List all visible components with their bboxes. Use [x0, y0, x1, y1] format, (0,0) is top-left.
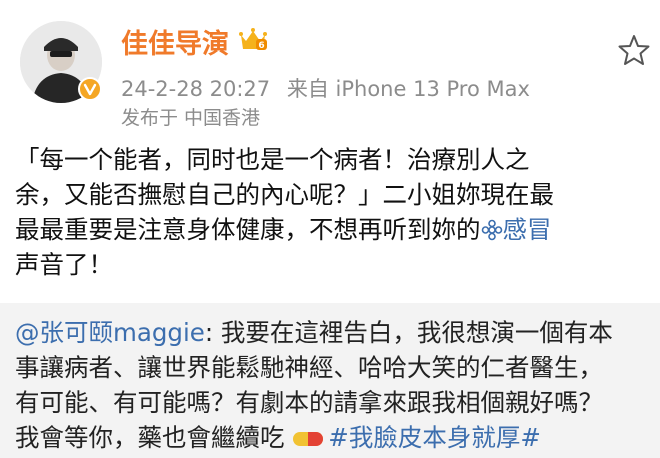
svg-text:6: 6 — [258, 41, 264, 51]
post-location: 发布于 中国香港 — [121, 107, 261, 129]
repost-text: @张可颐maggie: 我要在這裡告白，我很想演一個有本 事讓病者、讓世界能鬆馳… — [15, 315, 655, 455]
hashtag-link[interactable]: #我臉皮本身就厚# — [328, 423, 541, 452]
repost-line: 我會等你，藥也會繼續吃 #我臉皮本身就厚# — [15, 420, 655, 455]
mention-link[interactable]: @张可颐maggie — [15, 318, 205, 347]
repost-line: @张可颐maggie: 我要在這裡告白，我很想演一個有本 — [15, 315, 655, 350]
repost-text-segment: 我會等你，藥也會繼續吃 — [15, 423, 285, 452]
post-header: 佳佳导演 6 24-2-28 20:27 来自 iPhone 13 Pro Ma… — [0, 0, 660, 135]
username[interactable]: 佳佳导演 — [121, 22, 229, 61]
post-meta: 24-2-28 20:27 来自 iPhone 13 Pro Max — [121, 73, 530, 103]
post-text: 最最重要是注意身体健康，不想再听到妳的 — [15, 215, 481, 244]
post-text-line: 声音了！ — [15, 250, 113, 279]
repost-line: 事讓病者、讓世界能鬆馳神經、哈哈大笑的仁者醫生， — [15, 353, 603, 382]
flower-icon — [481, 219, 502, 241]
repost-line: 有可能、有可能嗎？有劇本的請拿來跟我相個親好嗎？ — [15, 388, 603, 417]
topic-link[interactable]: 感冒 — [481, 215, 552, 244]
post-body: 「每一个能者，同时也是一个病者！治療別人之 余，又能否撫慰自己的內心呢？」二小姐… — [15, 142, 645, 282]
post-text-line: 最最重要是注意身体健康，不想再听到妳的 感冒 — [15, 212, 645, 247]
post-text-line: 「每一个能者，同时也是一个病者！治療別人之 — [15, 145, 530, 174]
verified-icon — [78, 77, 102, 101]
crown-vip-icon[interactable]: 6 — [238, 26, 268, 54]
topic-link-label: 感冒 — [502, 215, 552, 244]
post-source: 来自 iPhone 13 Pro Max — [286, 77, 530, 101]
repost-text-segment: : 我要在這裡告白，我很想演一個有本 — [204, 318, 613, 347]
pill-icon — [293, 432, 324, 446]
star-icon[interactable] — [617, 33, 651, 67]
post-timestamp[interactable]: 24-2-28 20:27 — [121, 77, 270, 101]
post-text-line: 余，又能否撫慰自己的內心呢？」二小姐妳現在最 — [15, 180, 554, 209]
repost-card[interactable]: @张可颐maggie: 我要在這裡告白，我很想演一個有本 事讓病者、讓世界能鬆馳… — [0, 303, 660, 458]
